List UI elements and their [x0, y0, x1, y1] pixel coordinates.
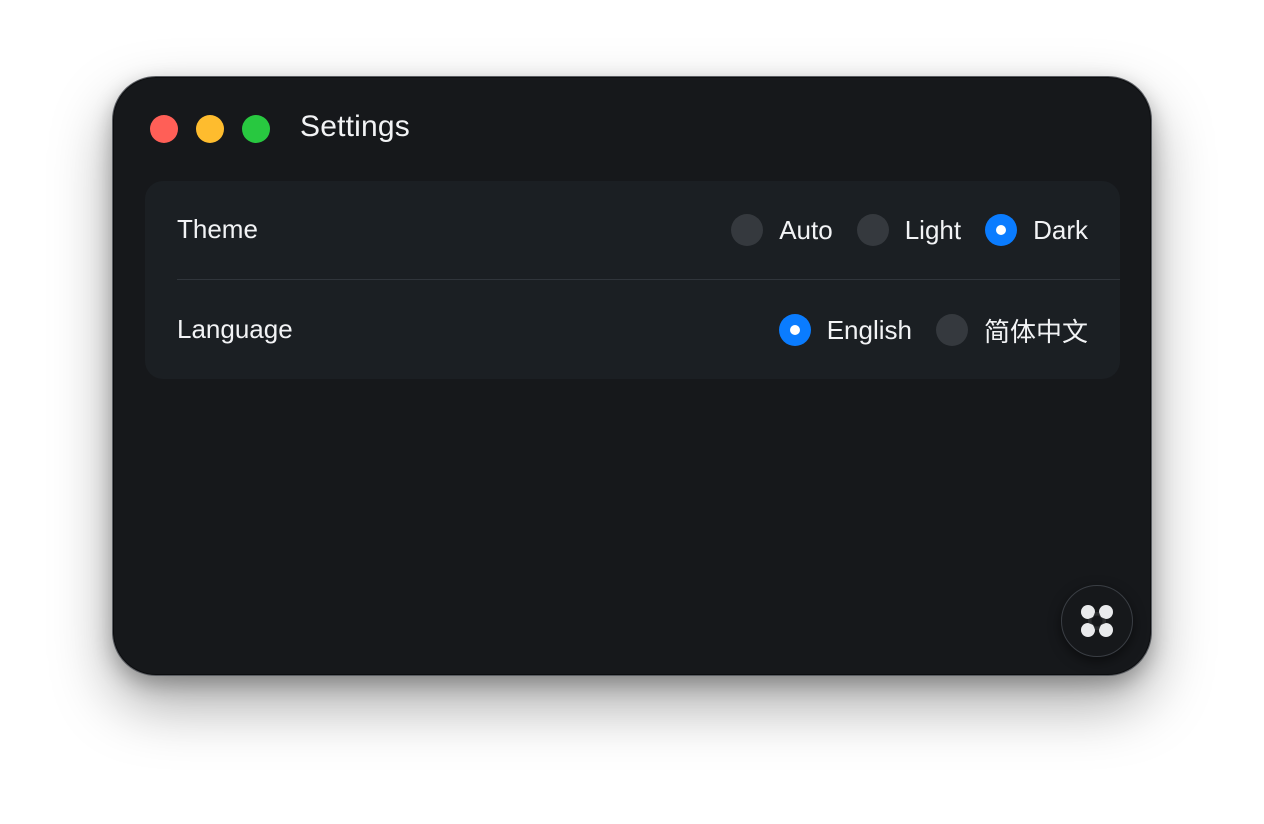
app-logo-icon [1079, 603, 1115, 639]
app-logo-button[interactable] [1061, 585, 1133, 657]
language-option-english[interactable]: English [778, 314, 912, 346]
radio-chinese[interactable] [935, 314, 968, 346]
radio-english[interactable] [778, 314, 811, 346]
zoom-button[interactable] [242, 115, 270, 143]
theme-row: Theme Auto Light Dark [145, 181, 1120, 280]
close-button[interactable] [150, 115, 178, 143]
language-label: Language [177, 314, 293, 344]
radio-auto[interactable] [731, 214, 764, 246]
language-row: Language English 简体中文 [145, 281, 1120, 379]
title-bar: Settings [113, 77, 1151, 181]
minimize-button[interactable] [196, 115, 224, 143]
theme-option-label: Light [904, 214, 962, 245]
settings-panel: Theme Auto Light Dark Language English 简… [145, 181, 1120, 379]
theme-option-label: Dark [1033, 214, 1088, 245]
language-option-chinese[interactable]: 简体中文 [935, 312, 1088, 349]
settings-window: Settings Theme Auto Light Dark Language … [112, 76, 1152, 676]
theme-label: Theme [177, 214, 258, 244]
language-options: English 简体中文 [778, 312, 1088, 349]
window-title: Settings [300, 110, 410, 143]
radio-light[interactable] [856, 214, 889, 246]
radio-dark[interactable] [985, 214, 1018, 246]
theme-options: Auto Light Dark [731, 213, 1088, 247]
row-divider [177, 279, 1120, 280]
theme-option-auto[interactable]: Auto [731, 214, 833, 246]
language-option-label: English [826, 314, 912, 345]
theme-option-label: Auto [779, 214, 833, 245]
language-option-label: 简体中文 [983, 316, 1088, 347]
theme-option-dark[interactable]: Dark [985, 214, 1088, 246]
theme-option-light[interactable]: Light [856, 214, 962, 246]
